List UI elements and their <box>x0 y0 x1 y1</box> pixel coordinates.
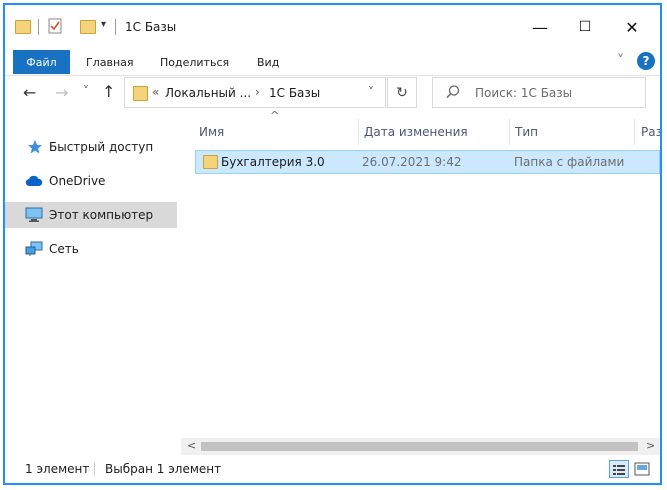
scroll-right-icon[interactable]: > <box>646 439 655 452</box>
sidebar-item-label: OneDrive <box>49 174 106 188</box>
breadcrumb-overflow-icon[interactable]: « <box>152 85 159 99</box>
minimize-button[interactable]: — <box>518 12 562 42</box>
search-icon <box>445 84 461 100</box>
explorer-window: ▾ 1С Базы — ☐ ✕ Файл Главная Поделиться … <box>3 3 662 485</box>
column-header-date[interactable]: Дата изменения <box>364 119 468 145</box>
navigation-pane: Быстрый доступ OneDrive Этот компьютер С… <box>5 115 181 450</box>
close-button[interactable]: ✕ <box>610 12 654 42</box>
tab-home[interactable]: Главная <box>86 50 134 74</box>
computer-icon <box>25 207 43 223</box>
column-header-size[interactable]: Раз <box>641 119 660 145</box>
search-box[interactable]: Поиск: 1С Базы <box>432 77 646 108</box>
star-icon <box>27 139 43 155</box>
column-header-type[interactable]: Тип <box>515 119 538 145</box>
table-row[interactable]: Бухгалтерия 3.0 26.07.2021 9:42 Папка с … <box>195 150 660 174</box>
ribbon-tabs: Файл Главная Поделиться Вид ˅ ? <box>5 49 660 76</box>
back-arrow-icon[interactable]: ← <box>23 83 36 102</box>
status-bar: 1 элемент Выбран 1 элемент <box>5 455 660 483</box>
new-folder-icon[interactable] <box>80 20 96 34</box>
recent-locations-chevron-icon[interactable]: ˅ <box>83 84 89 98</box>
column-divider[interactable] <box>509 119 510 145</box>
address-dropdown-icon[interactable]: ˅ <box>368 85 374 99</box>
sidebar-item-label: Быстрый доступ <box>49 140 154 154</box>
column-divider[interactable] <box>358 119 359 145</box>
folder-icon <box>203 155 218 169</box>
qat-separator <box>38 19 39 35</box>
sidebar-item-label: Сеть <box>49 242 79 256</box>
large-icons-view-icon[interactable] <box>633 460 651 478</box>
file-date: 26.07.2021 9:42 <box>362 155 462 169</box>
item-count: 1 элемент <box>25 462 90 476</box>
sidebar-item-label: Этот компьютер <box>49 208 154 222</box>
scroll-left-icon[interactable]: < <box>187 439 196 452</box>
properties-icon[interactable] <box>48 18 62 34</box>
tab-file[interactable]: Файл <box>13 50 70 74</box>
horizontal-scrollbar[interactable]: < > <box>181 438 660 455</box>
qat-separator-2 <box>115 19 116 35</box>
sidebar-item-network[interactable]: Сеть <box>5 236 177 262</box>
forward-arrow-icon[interactable]: → <box>55 83 68 102</box>
address-bar[interactable]: « Локальный ... › 1С Базы ˅ <box>124 77 386 108</box>
sidebar-item-onedrive[interactable]: OneDrive <box>5 168 177 194</box>
title-bar: ▾ 1С Базы — ☐ ✕ <box>5 5 660 49</box>
column-divider[interactable] <box>634 119 635 145</box>
window-title: 1С Базы <box>125 20 177 34</box>
file-name: Бухгалтерия 3.0 <box>221 155 325 169</box>
tab-view[interactable]: Вид <box>257 50 279 74</box>
help-icon[interactable]: ? <box>637 52 655 70</box>
cloud-icon <box>25 175 43 187</box>
breadcrumb-parent[interactable]: Локальный ... <box>165 86 251 100</box>
maximize-button[interactable]: ☐ <box>563 12 607 42</box>
ribbon-expand-icon[interactable]: ˅ <box>617 53 624 69</box>
scrollbar-thumb[interactable] <box>201 442 638 451</box>
network-icon <box>25 241 43 257</box>
file-type: Папка с файлами <box>514 155 625 169</box>
address-folder-icon <box>133 86 148 101</box>
breadcrumb-separator-icon[interactable]: › <box>255 85 260 99</box>
selected-count: Выбран 1 элемент <box>105 462 222 476</box>
sidebar-item-quick-access[interactable]: Быстрый доступ <box>5 134 177 160</box>
refresh-button[interactable]: ↻ <box>387 77 417 108</box>
qat-dropdown-icon[interactable]: ▾ <box>101 19 106 30</box>
breadcrumb-current[interactable]: 1С Базы <box>269 86 320 100</box>
folder-icon <box>15 20 31 34</box>
sort-ascending-icon: ^ <box>270 109 280 122</box>
up-arrow-icon[interactable]: ↑ <box>102 82 115 101</box>
tab-share[interactable]: Поделиться <box>160 50 229 74</box>
column-header-name[interactable]: Имя <box>199 119 224 145</box>
details-view-icon[interactable] <box>609 460 629 478</box>
sidebar-item-this-pc[interactable]: Этот компьютер <box>5 202 177 228</box>
search-placeholder: Поиск: 1С Базы <box>475 86 573 100</box>
status-separator <box>94 462 95 476</box>
